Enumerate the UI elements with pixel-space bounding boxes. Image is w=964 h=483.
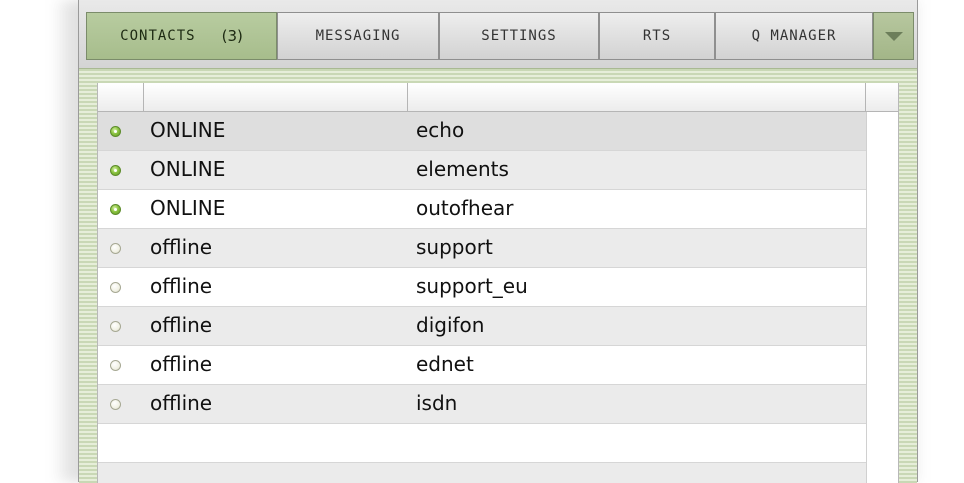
offline-status-icon bbox=[110, 282, 121, 293]
tab-rts-label: RTS bbox=[642, 28, 672, 44]
tab-bar: CONTACTS (3) MESSAGING SETTINGS RTS Q MA… bbox=[79, 0, 917, 68]
contact-row[interactable]: ONLINE outofhear bbox=[98, 190, 866, 229]
contact-row[interactable]: offline isdn bbox=[98, 385, 866, 424]
contact-name: support bbox=[416, 235, 493, 259]
contact-name: echo bbox=[416, 118, 465, 142]
contact-row[interactable]: ONLINE elements bbox=[98, 151, 866, 190]
contact-name: digifon bbox=[416, 313, 485, 337]
tab-settings[interactable]: SETTINGS bbox=[439, 12, 599, 60]
contact-name: outofhear bbox=[416, 196, 514, 220]
contact-row[interactable]: ONLINE echo bbox=[98, 112, 866, 151]
contact-status: ONLINE bbox=[150, 118, 226, 142]
tab-q-manager-label: Q MANAGER bbox=[751, 28, 837, 44]
contact-status: offline bbox=[150, 313, 213, 337]
online-status-icon bbox=[110, 126, 121, 137]
contact-row[interactable]: offline digifon bbox=[98, 307, 866, 346]
tab-rts[interactable]: RTS bbox=[599, 12, 715, 60]
tab-contacts-count: (3) bbox=[221, 27, 243, 45]
online-status-icon bbox=[110, 165, 121, 176]
contact-rows: ONLINE echo ONLINE elements ONLINE outof… bbox=[98, 112, 866, 483]
empty-row bbox=[98, 463, 866, 483]
offline-status-icon bbox=[110, 321, 121, 332]
empty-row bbox=[98, 424, 866, 463]
contact-status: offline bbox=[150, 391, 213, 415]
scrollbar-track[interactable] bbox=[866, 112, 898, 483]
contact-status: offline bbox=[150, 352, 213, 376]
contact-row[interactable]: offline support bbox=[98, 229, 866, 268]
column-header-name[interactable] bbox=[408, 83, 866, 111]
offline-status-icon bbox=[110, 243, 121, 254]
column-header-status[interactable] bbox=[144, 83, 408, 111]
contact-name: elements bbox=[416, 157, 509, 181]
contact-name: isdn bbox=[416, 391, 458, 415]
tab-messaging[interactable]: MESSAGING bbox=[277, 12, 439, 60]
contact-status: ONLINE bbox=[150, 157, 226, 181]
offline-status-icon bbox=[110, 399, 121, 410]
contact-status: offline bbox=[150, 274, 213, 298]
contact-list: ONLINE echo ONLINE elements ONLINE outof… bbox=[97, 83, 899, 483]
tab-settings-label: SETTINGS bbox=[481, 28, 557, 44]
tab-q-manager[interactable]: Q MANAGER bbox=[715, 12, 873, 60]
tab-contacts[interactable]: CONTACTS (3) bbox=[86, 12, 277, 60]
column-header-icon[interactable] bbox=[98, 83, 144, 111]
contacts-panel: ONLINE echo ONLINE elements ONLINE outof… bbox=[79, 68, 917, 483]
contact-row[interactable]: offline ednet bbox=[98, 346, 866, 385]
contact-name: support_eu bbox=[416, 274, 528, 298]
contact-row[interactable]: offline support_eu bbox=[98, 268, 866, 307]
contact-name: ednet bbox=[416, 352, 474, 376]
contact-status: offline bbox=[150, 235, 213, 259]
tab-messaging-label: MESSAGING bbox=[315, 28, 401, 44]
offline-status-icon bbox=[110, 360, 121, 371]
list-header bbox=[98, 83, 898, 112]
column-header-corner bbox=[866, 83, 898, 111]
triangle-down-icon bbox=[884, 31, 903, 41]
online-status-icon bbox=[110, 204, 121, 215]
tab-contacts-label: CONTACTS bbox=[120, 28, 196, 44]
contact-status: ONLINE bbox=[150, 196, 226, 220]
contacts-window: CONTACTS (3) MESSAGING SETTINGS RTS Q MA… bbox=[78, 0, 918, 483]
tab-menu-button[interactable] bbox=[873, 12, 914, 60]
